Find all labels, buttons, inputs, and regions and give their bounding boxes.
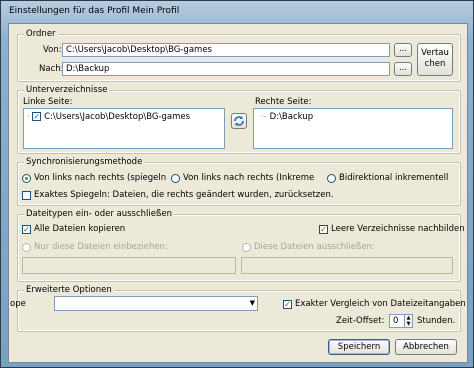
exact-timestamp-label: Exakter Vergleich von Dateizeitangaben	[295, 299, 466, 309]
include-only-radio[interactable]	[22, 243, 31, 252]
to-label: Nach:	[39, 64, 64, 74]
time-offset-label: Zeit-Offset:	[336, 316, 385, 326]
swap-label-line2: chen	[424, 59, 446, 69]
left-side-label: Linke Seite:	[23, 97, 73, 107]
dialog-client-area: Ordner Von: C:\Users\Jacob\Desktop\BG-ga…	[8, 23, 468, 363]
chevron-down-icon: ▼	[249, 299, 255, 307]
advanced-options-legend: Erweiterte Optionen	[24, 285, 114, 295]
right-side-label: Rechte Seite:	[255, 97, 312, 107]
from-label: Von:	[43, 45, 62, 55]
time-offset-spinner[interactable]: ▲ ▼	[405, 314, 413, 328]
sync-method-legend: Synchronisierungsmethode	[24, 157, 145, 167]
include-patterns-input[interactable]	[22, 257, 236, 274]
sync-option-mirror-radio[interactable]	[22, 174, 31, 183]
to-folder-input[interactable]: D:\Backup	[62, 62, 390, 76]
type-label: ope	[10, 299, 26, 309]
empty-dirs-label: Leere Verzeichnisse nachbilden	[331, 224, 465, 234]
window-title: Einstellungen für das Profil Mein Profil	[9, 6, 180, 16]
left-tree-item[interactable]: · ✓ C:\Users\Jacob\Desktop\BG-games	[27, 112, 190, 122]
settings-window: Einstellungen für das Profil Mein Profil…	[0, 0, 474, 368]
left-folder-tree[interactable]: · ✓ C:\Users\Jacob\Desktop\BG-games	[23, 108, 225, 149]
save-button[interactable]: Speichern	[328, 339, 390, 355]
title-bar[interactable]: Einstellungen für das Profil Mein Profil	[1, 1, 473, 23]
copy-all-files-label: Alle Dateien kopieren	[34, 224, 126, 234]
right-tree-item[interactable]: ·– D:\Backup	[260, 112, 313, 122]
sync-option-bidirectional-label: Bidirektional inkrementell	[339, 173, 449, 183]
from-folder-input[interactable]: C:\Users\Jacob\Desktop\BG-games	[62, 43, 390, 57]
exclude-label: Diese Dateien ausschließen:	[254, 242, 375, 252]
subfolders-legend: Unterverzeichnisse	[24, 85, 110, 95]
left-tree-item-label: C:\Users\Jacob\Desktop\BG-games	[44, 112, 191, 122]
include-only-label: Nur diese Dateien einbeziehen:	[34, 242, 168, 252]
swap-label-line1: Vertau	[421, 48, 449, 58]
file-types-legend: Dateitypen ein- oder ausschließen	[24, 209, 174, 219]
cancel-button[interactable]: Abbrechen	[395, 339, 457, 355]
sync-option-mirror-label: Von links nach rechts (spiegeln	[34, 173, 167, 183]
browse-to-button[interactable]: ...	[394, 62, 412, 76]
sync-option-incremental-radio[interactable]	[171, 174, 180, 183]
right-tree-item-label: D:\Backup	[269, 112, 314, 122]
comparison-type-select[interactable]: ▼	[54, 296, 258, 311]
exact-mirror-label: Exaktes Spiegeln: Dateien, die rechts ge…	[34, 190, 334, 200]
sync-option-bidirectional-radio[interactable]	[327, 174, 336, 183]
refresh-button[interactable]	[231, 113, 247, 129]
time-offset-input[interactable]: 0	[389, 314, 405, 328]
empty-dirs-checkbox[interactable]: ✓	[319, 225, 328, 234]
hours-label: Stunden.	[417, 316, 456, 326]
exact-mirror-checkbox[interactable]	[22, 191, 31, 200]
exact-timestamp-checkbox[interactable]: ✓	[283, 300, 292, 309]
copy-all-files-checkbox[interactable]: ✓	[22, 225, 31, 234]
left-tree-checkbox[interactable]: ✓	[32, 112, 42, 121]
refresh-icon	[234, 116, 244, 126]
exclude-radio[interactable]	[242, 243, 251, 252]
swap-folders-button[interactable]: Vertau chen	[417, 43, 453, 76]
folders-legend: Ordner	[24, 29, 58, 39]
right-folder-tree[interactable]: ·– D:\Backup	[253, 108, 453, 149]
exclude-patterns-input[interactable]	[241, 257, 453, 274]
browse-from-button[interactable]: ...	[394, 43, 412, 57]
sync-option-incremental-label: Von links nach rechts (Inkreme	[183, 173, 315, 183]
